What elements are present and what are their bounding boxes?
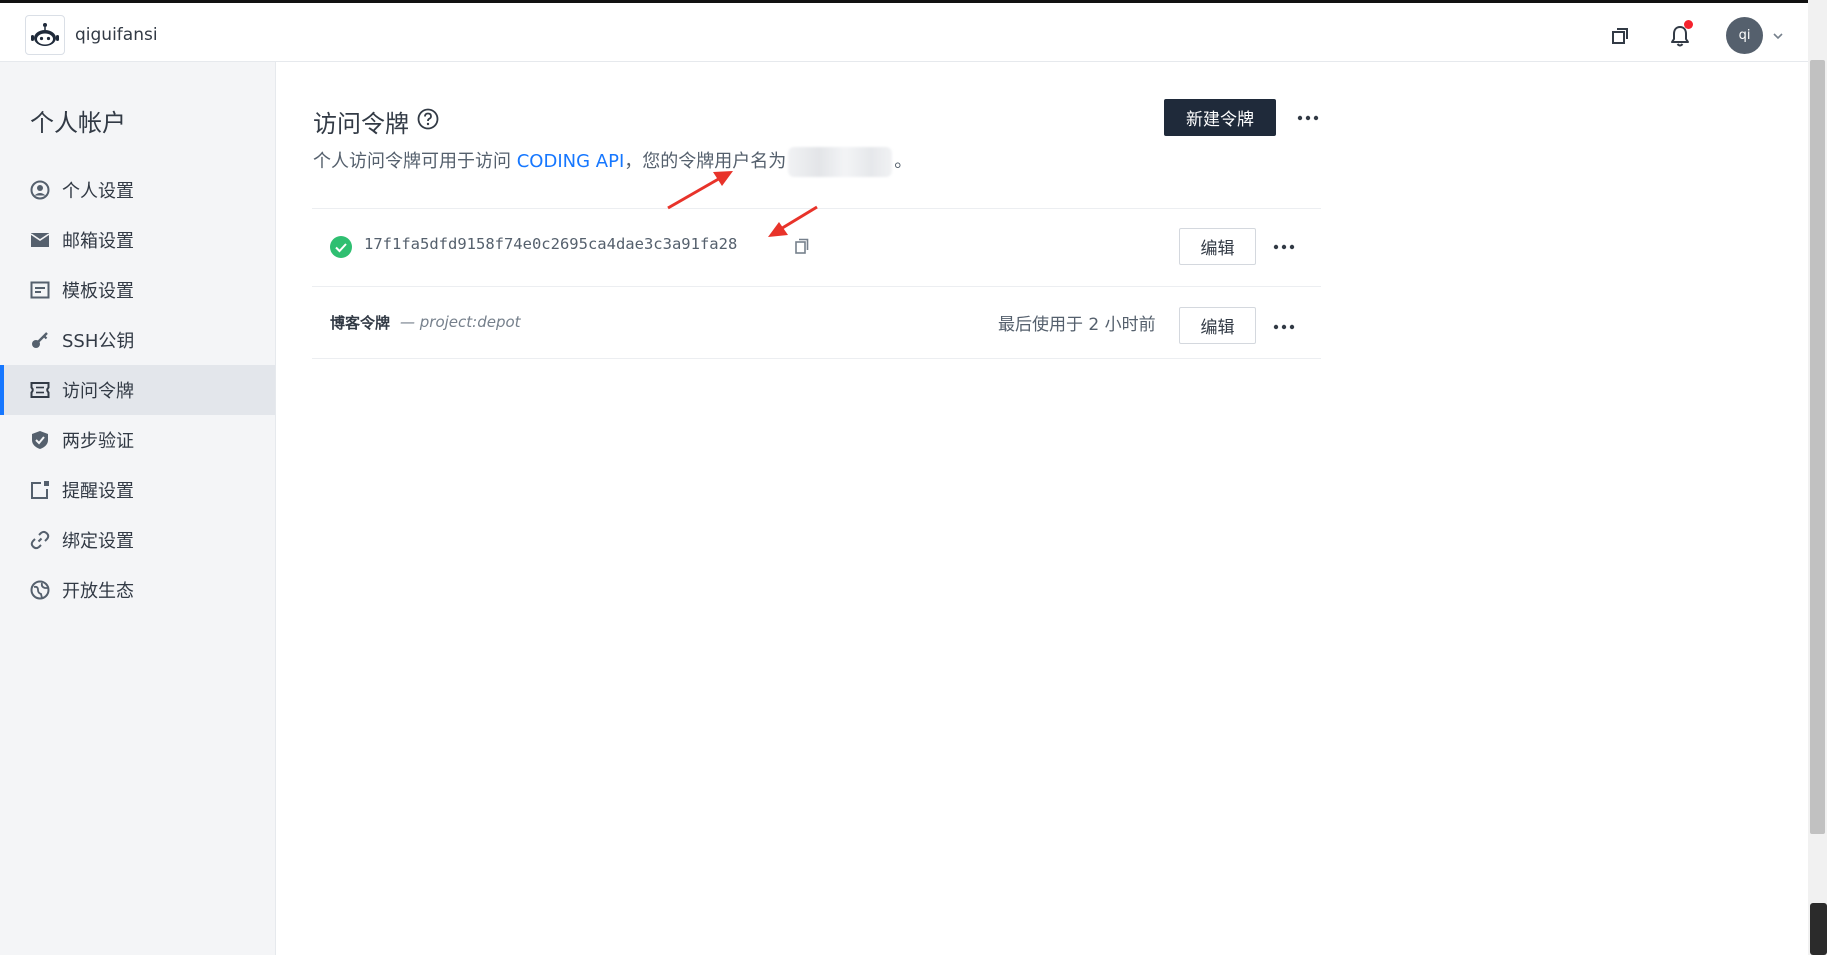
- token-scope: — project:depot: [400, 313, 521, 331]
- shield-check-icon: [29, 429, 51, 451]
- sidebar-item-label: SSH公钥: [62, 331, 135, 352]
- copy-window-icon: [1612, 28, 1628, 44]
- notification-button[interactable]: [1666, 20, 1694, 50]
- token-row: 17f1fa5dfd9158f74e0c2695ca4dae3c3a91fa28…: [312, 209, 1321, 285]
- sidebar-item-label: 访问令牌: [62, 381, 134, 402]
- token-row: 博客令牌 — project:depot 最后使用于 2 小时前 编辑: [312, 287, 1321, 363]
- sidebar: 个人帐户 个人设置 邮箱设置 模板设置 SSH公钥 访问令牌 两步验证 提醒设置…: [0, 62, 276, 955]
- link-icon: [29, 529, 51, 551]
- ticket-icon: [29, 379, 51, 401]
- token-value: 17f1fa5dfd9158f74e0c2695ca4dae3c3a91fa28: [364, 235, 738, 253]
- user-circle-icon: [29, 179, 51, 201]
- check-circle-icon: [330, 236, 352, 258]
- notification-dot: [1684, 20, 1693, 29]
- masked-username: [788, 147, 893, 177]
- sidebar-item-ssh-keys[interactable]: SSH公钥: [0, 315, 275, 365]
- sidebar-item-label: 提醒设置: [62, 481, 134, 502]
- sidebar-item-access-tokens[interactable]: 访问令牌: [0, 365, 275, 415]
- token-name: 博客令牌: [330, 314, 391, 332]
- description-text: 个人访问令牌可用于访问: [313, 151, 517, 172]
- sidebar-item-reminders[interactable]: 提醒设置: [0, 465, 275, 515]
- copy-icon[interactable]: [792, 237, 810, 255]
- sidebar-item-label: 个人设置: [62, 181, 134, 202]
- sidebar-item-open-ecosystem[interactable]: 开放生态: [0, 565, 275, 615]
- more-horizontal-icon: [1273, 244, 1295, 250]
- help-circle-icon[interactable]: [416, 107, 440, 131]
- sidebar-item-profile[interactable]: 个人设置: [0, 165, 275, 215]
- main-content: 访问令牌 个人访问令牌可用于访问 CODING API，您的令牌用户名为 。 新建…: [276, 62, 1808, 955]
- sidebar-item-label: 模板设置: [62, 281, 134, 302]
- top-bar: qiguifansi qi: [0, 0, 1808, 62]
- token-more-button[interactable]: [1269, 235, 1299, 259]
- robot-logo-icon: [31, 23, 59, 46]
- scrollbar-thumb[interactable]: [1810, 60, 1825, 834]
- reminder-icon: [29, 479, 51, 501]
- token-more-button[interactable]: [1269, 315, 1299, 339]
- coding-api-link[interactable]: CODING API: [517, 151, 625, 172]
- sidebar-item-label: 绑定设置: [62, 531, 134, 552]
- token-last-used: 最后使用于 2 小时前: [998, 315, 1156, 335]
- more-horizontal-icon: [1297, 115, 1319, 121]
- edit-token-button[interactable]: 编辑: [1179, 307, 1256, 344]
- app-root: qiguifansi qi 个人帐户 个人设置 邮箱设置 模板设置 SSH公钥 …: [0, 0, 1827, 955]
- edit-token-button[interactable]: 编辑: [1179, 228, 1256, 265]
- description-text: ，您的令牌用户名为: [624, 151, 787, 172]
- avatar[interactable]: qi: [1726, 17, 1763, 54]
- sidebar-item-label: 开放生态: [62, 581, 134, 602]
- globe-icon: [29, 579, 51, 601]
- new-token-button[interactable]: 新建令牌: [1164, 99, 1276, 136]
- divider: [312, 358, 1321, 359]
- sidebar-item-label: 两步验证: [62, 431, 134, 452]
- sidebar-item-label: 邮箱设置: [62, 231, 134, 252]
- sidebar-item-two-factor[interactable]: 两步验证: [0, 415, 275, 465]
- page-more-button[interactable]: [1293, 106, 1323, 130]
- chevron-down-icon[interactable]: [1771, 29, 1785, 43]
- sidebar-title: 个人帐户: [30, 109, 126, 137]
- scrollbar-corner: [1810, 903, 1827, 955]
- sidebar-item-email[interactable]: 邮箱设置: [0, 215, 275, 265]
- window-switch-button[interactable]: [1606, 22, 1634, 50]
- more-horizontal-icon: [1273, 324, 1295, 330]
- template-icon: [29, 279, 51, 301]
- page-title: 访问令牌: [313, 110, 409, 138]
- team-logo[interactable]: [25, 15, 65, 55]
- key-icon: [29, 329, 51, 351]
- sidebar-item-bindings[interactable]: 绑定设置: [0, 515, 275, 565]
- description-text: 。: [894, 151, 913, 172]
- sidebar-item-templates[interactable]: 模板设置: [0, 265, 275, 315]
- team-name[interactable]: qiguifansi: [75, 25, 158, 45]
- mail-icon: [29, 229, 51, 251]
- page-description: 个人访问令牌可用于访问 CODING API，您的令牌用户名为 。: [313, 147, 912, 177]
